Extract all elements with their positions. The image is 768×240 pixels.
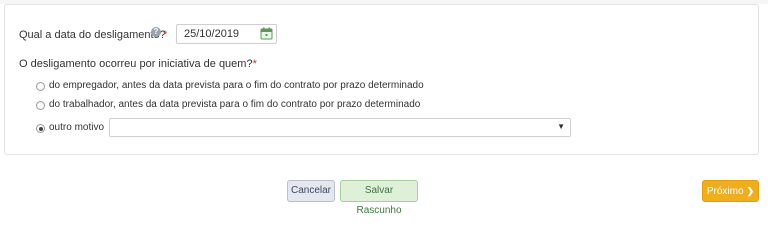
question-date-label: Qual a data do desligamento? (19, 29, 166, 41)
radio-label: outro motivo (49, 122, 105, 133)
save-draft-button[interactable]: Salvar Rascunho (340, 180, 418, 216)
next-button-label: Próximo (706, 186, 744, 197)
question-initiative-text: O desligamento ocorreu por iniciativa de… (19, 58, 253, 70)
required-mark: * (163, 29, 168, 41)
radio-button[interactable] (36, 82, 45, 91)
other-reason-select[interactable]: ▼ (109, 118, 571, 137)
radio-label: do trabalhador, antes da data prevista p… (49, 99, 421, 110)
caret-down-icon[interactable]: ▼ (557, 122, 565, 131)
radio-label: do empregador, antes da data prevista pa… (49, 80, 424, 91)
radio-button[interactable] (36, 101, 45, 110)
cancel-button[interactable]: Cancelar (287, 180, 335, 202)
required-mark: * (252, 58, 257, 70)
question-circle-icon[interactable]: ? (151, 27, 161, 37)
calendar-icon[interactable] (260, 27, 273, 40)
date-value: 25/10/2019 (184, 28, 240, 40)
question-initiative-label: O desligamento ocorreu por iniciativa de… (19, 58, 257, 70)
radio-button-selected[interactable] (36, 124, 45, 133)
chevron-right-icon: ❯ (746, 186, 755, 196)
next-button[interactable]: Próximo ❯ (702, 180, 759, 202)
date-field[interactable]: 25/10/2019 (176, 24, 277, 44)
